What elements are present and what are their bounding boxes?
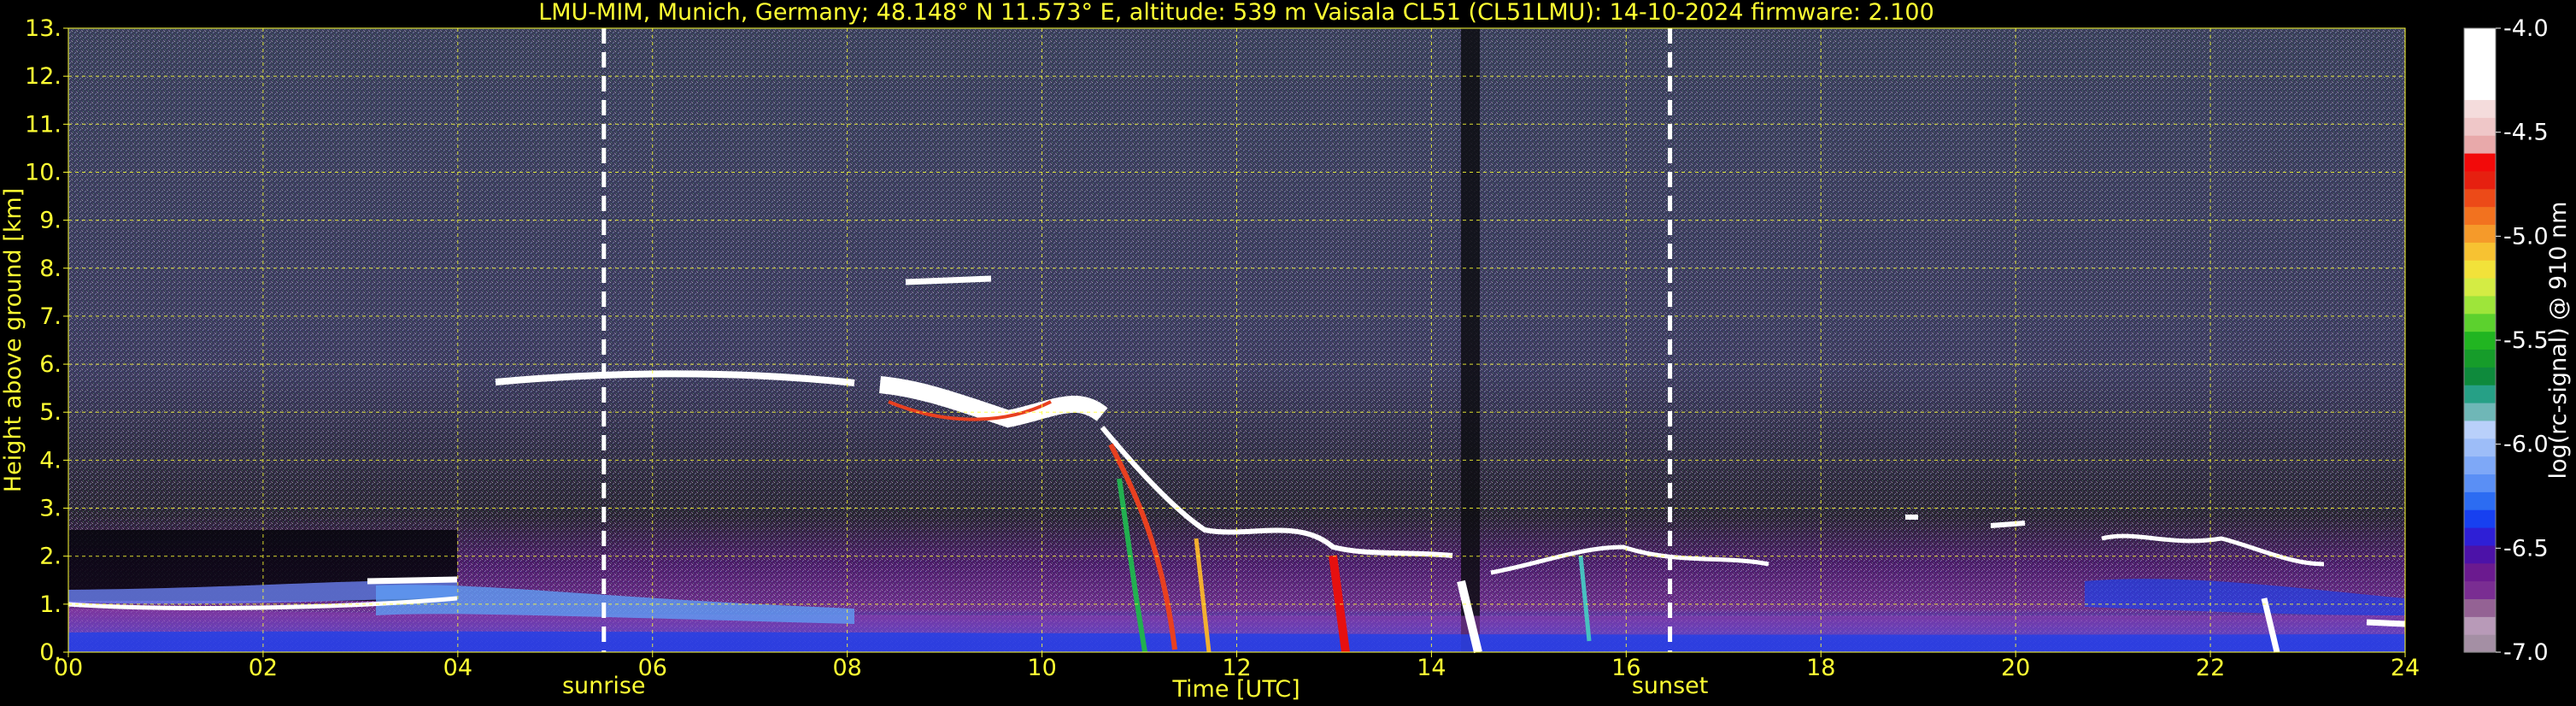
- y-tick-label: 9.: [39, 208, 62, 234]
- colorbar-swatch: [2464, 562, 2496, 582]
- colorbar-swatch: [2464, 509, 2496, 528]
- chart-title: LMU-MIM, Munich, Germany; 48.148° N 11.5…: [538, 0, 1934, 26]
- colorbar-tick-label: -5.5: [2503, 327, 2549, 354]
- colorbar-swatch: [2464, 349, 2496, 368]
- y-tick-label: 1.: [39, 591, 62, 618]
- colorbar-tick-label: -7.0: [2503, 639, 2549, 666]
- x-axis-label: Time [UTC]: [1171, 676, 1300, 703]
- x-tick-label: 16: [1611, 655, 1640, 681]
- colorbar-swatch: [2464, 403, 2496, 421]
- y-tick-label: 13.: [25, 15, 62, 42]
- colorbar-swatch: [2464, 474, 2496, 492]
- x-tick-label: 24: [2391, 655, 2420, 681]
- colorbar-swatch: [2464, 45, 2496, 65]
- sun-marker-label: sunset: [1632, 673, 1709, 699]
- colorbar-tick-label: -6.0: [2503, 432, 2549, 458]
- x-tick-label: 14: [1417, 655, 1446, 681]
- y-tick-label: 11.: [25, 111, 62, 138]
- colorbar-swatch: [2464, 170, 2496, 190]
- x-tick-label: 20: [2001, 655, 2030, 681]
- colorbar-swatch: [2464, 188, 2496, 208]
- sun-marker-label: sunrise: [562, 673, 646, 699]
- y-tick-label: 6.: [39, 351, 62, 378]
- colorbar-swatch: [2464, 153, 2496, 172]
- colorbar: [2463, 27, 2497, 653]
- colorbar-swatch: [2464, 117, 2496, 136]
- colorbar-swatch: [2464, 438, 2496, 457]
- colorbar-swatch: [2464, 242, 2496, 261]
- colorbar-swatch: [2464, 278, 2496, 297]
- colorbar-tick-label: -6.5: [2503, 535, 2549, 562]
- y-tick-label: 7.: [39, 303, 62, 330]
- colorbar-swatch: [2464, 598, 2496, 617]
- colorbar-swatch: [2464, 527, 2496, 546]
- colorbar-swatch: [2464, 367, 2496, 385]
- y-axis-label: Height above ground [km]: [0, 188, 26, 492]
- x-tick-label: 10: [1027, 655, 1056, 681]
- colorbar-swatch: [2464, 99, 2496, 118]
- x-tick-label: 02: [249, 655, 278, 681]
- colorbar-swatch: [2464, 580, 2496, 600]
- colorbar-swatch: [2464, 206, 2496, 226]
- y-tick-label: 12.: [25, 63, 62, 90]
- colorbar-ticks: -4.0 -4.5 -5.0 -5.5 -6.0 -6.5 -7.0: [2496, 15, 2549, 666]
- colorbar-swatch: [2464, 224, 2496, 243]
- colorbar-swatch: [2464, 135, 2496, 154]
- colorbar-swatch: [2464, 456, 2496, 475]
- colorbar-swatch: [2464, 420, 2496, 439]
- y-tick-label: 0.: [39, 639, 62, 666]
- colorbar-swatch: [2464, 544, 2496, 564]
- plot-area: [68, 28, 2405, 652]
- colorbar-label: log(rc-signal) @ 910 nm: [2545, 202, 2572, 479]
- y-tick-label: 5.: [39, 399, 62, 426]
- colorbar-swatch: [2464, 616, 2496, 635]
- y-tick-label: 3.: [39, 496, 62, 522]
- colorbar-swatch: [2464, 28, 2496, 47]
- colorbar-swatch: [2464, 491, 2496, 510]
- y-tick-label: 8.: [39, 256, 62, 282]
- x-tick-label: 04: [443, 655, 472, 681]
- colorbar-swatch: [2464, 313, 2496, 332]
- x-tick-label: 18: [1806, 655, 1835, 681]
- colorbar-tick-label: -5.0: [2503, 223, 2549, 250]
- y-tick-label: 4.: [39, 447, 62, 474]
- x-tick-label: 08: [832, 655, 861, 681]
- colorbar-swatch: [2464, 295, 2496, 315]
- y-axis-ticks: 0. 1. 2. 3. 4. 5. 6. 7. 8. 9. 10. 11. 12. 13.: [25, 15, 68, 666]
- ceilometer-chart: sunrise sunset 00 02 04 06 08 10 12 14 16 18 20 22 24…: [0, 0, 2572, 703]
- x-tick-label: 06: [638, 655, 667, 681]
- colorbar-tick-label: -4.0: [2503, 15, 2549, 42]
- colorbar-swatch: [2464, 331, 2496, 350]
- colorbar-swatch: [2464, 63, 2496, 83]
- y-tick-label: 2.: [39, 544, 62, 570]
- dark-column: [1461, 28, 1480, 652]
- y-tick-label: 10.: [25, 159, 62, 185]
- colorbar-swatch: [2464, 634, 2496, 653]
- colorbar-swatch: [2464, 260, 2496, 279]
- colorbar-tick-label: -4.5: [2503, 120, 2549, 146]
- colorbar-swatch: [2464, 81, 2496, 101]
- colorbar-swatch: [2464, 385, 2496, 403]
- x-tick-label: 22: [2196, 655, 2225, 681]
